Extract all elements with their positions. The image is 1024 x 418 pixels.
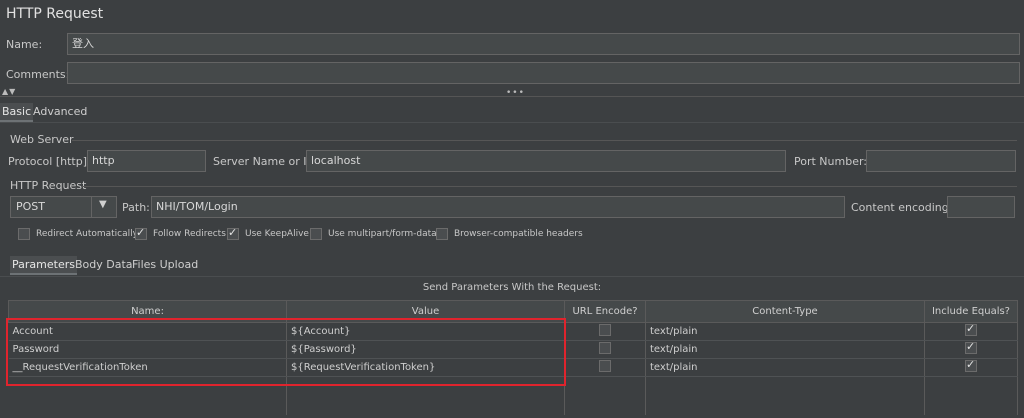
web-server-title: Web Server bbox=[10, 133, 74, 146]
column-header-url-encode[interactable]: URL Encode? bbox=[564, 300, 646, 323]
name-label: Name: bbox=[6, 38, 43, 51]
http-request-groupline bbox=[82, 186, 1017, 187]
params-caption: Send Parameters With the Request: bbox=[422, 282, 602, 293]
comments-field[interactable] bbox=[67, 62, 1020, 84]
tab-parameters[interactable]: Parameters bbox=[10, 256, 77, 275]
include-equals-checkbox[interactable] bbox=[965, 323, 977, 336]
method-dropdown-button[interactable]: ▼ bbox=[91, 197, 116, 217]
option-use-keepalive[interactable]: Use KeepAlive bbox=[227, 226, 309, 240]
comments-label: Comments: bbox=[6, 68, 70, 81]
browser-headers-checkbox[interactable] bbox=[436, 228, 448, 240]
content-type-cell[interactable]: text/plain bbox=[645, 322, 925, 341]
option-redirect-automatically[interactable]: Redirect Automatically bbox=[18, 228, 138, 240]
content-encoding-label: Content encoding: bbox=[851, 201, 953, 214]
path-field[interactable]: NHI/TOM/Login bbox=[151, 196, 845, 218]
include-equals-checkbox[interactable] bbox=[965, 359, 977, 372]
option-multipart[interactable]: Use multipart/form-data bbox=[310, 228, 437, 240]
multipart-checkbox[interactable] bbox=[310, 228, 322, 240]
splitter-divider bbox=[0, 96, 1024, 97]
tab-body-data[interactable]: Body Data bbox=[73, 256, 135, 273]
option-browser-headers[interactable]: Browser-compatible headers bbox=[436, 228, 583, 240]
option-label: Follow Redirects bbox=[153, 229, 226, 239]
panel-title: HTTP Request bbox=[6, 6, 104, 22]
option-label: Browser-compatible headers bbox=[454, 229, 583, 239]
option-follow-redirects[interactable]: Follow Redirects bbox=[135, 226, 226, 240]
include-equals-cell[interactable] bbox=[924, 358, 1018, 377]
tab-basic[interactable]: Basic bbox=[0, 103, 34, 122]
web-server-groupline bbox=[72, 140, 1017, 141]
option-label: Use multipart/form-data bbox=[328, 229, 437, 239]
method-select[interactable]: POST ▼ bbox=[10, 196, 117, 218]
column-header-content-type[interactable]: Content-Type bbox=[645, 300, 925, 323]
http-request-title: HTTP Request bbox=[10, 179, 87, 192]
url-encode-checkbox[interactable] bbox=[599, 342, 611, 354]
include-equals-cell[interactable] bbox=[924, 340, 1018, 359]
path-label: Path: bbox=[122, 201, 150, 214]
include-equals-checkbox[interactable] bbox=[965, 341, 977, 354]
content-type-cell[interactable]: text/plain bbox=[645, 358, 925, 377]
redirect-automatically-checkbox[interactable] bbox=[18, 228, 30, 240]
follow-redirects-checkbox[interactable] bbox=[135, 226, 147, 240]
name-field[interactable]: 登入 bbox=[67, 33, 1020, 55]
port-label: Port Number: bbox=[794, 155, 868, 168]
content-encoding-field[interactable] bbox=[947, 196, 1015, 218]
column-header-include-equals[interactable]: Include Equals? bbox=[924, 300, 1018, 323]
url-encode-cell[interactable] bbox=[564, 322, 646, 341]
url-encode-checkbox[interactable] bbox=[599, 324, 611, 336]
method-value: POST bbox=[16, 200, 45, 213]
protocol-field[interactable]: http bbox=[87, 150, 206, 172]
url-encode-cell[interactable] bbox=[564, 340, 646, 359]
tab-divider bbox=[0, 122, 1024, 123]
option-label: Use KeepAlive bbox=[245, 229, 309, 239]
protocol-label: Protocol [http]: bbox=[8, 155, 91, 168]
server-name-field[interactable]: localhost bbox=[306, 150, 786, 172]
tab-advanced[interactable]: Advanced bbox=[31, 103, 89, 120]
chevron-down-icon: ▼ bbox=[99, 199, 107, 210]
sub-tab-divider bbox=[0, 276, 1024, 277]
content-type-cell[interactable]: text/plain bbox=[645, 340, 925, 359]
url-encode-cell[interactable] bbox=[564, 358, 646, 377]
tab-files-upload[interactable]: Files Upload bbox=[130, 256, 200, 273]
use-keepalive-checkbox[interactable] bbox=[227, 226, 239, 240]
server-name-label: Server Name or IP: bbox=[213, 155, 317, 168]
collapse-arrows-icon[interactable]: ▲▼ bbox=[2, 87, 16, 96]
port-field[interactable] bbox=[866, 150, 1016, 172]
highlight-annotation-box bbox=[6, 318, 566, 386]
option-label: Redirect Automatically bbox=[36, 229, 138, 239]
include-equals-cell[interactable] bbox=[924, 322, 1018, 341]
url-encode-checkbox[interactable] bbox=[599, 360, 611, 372]
